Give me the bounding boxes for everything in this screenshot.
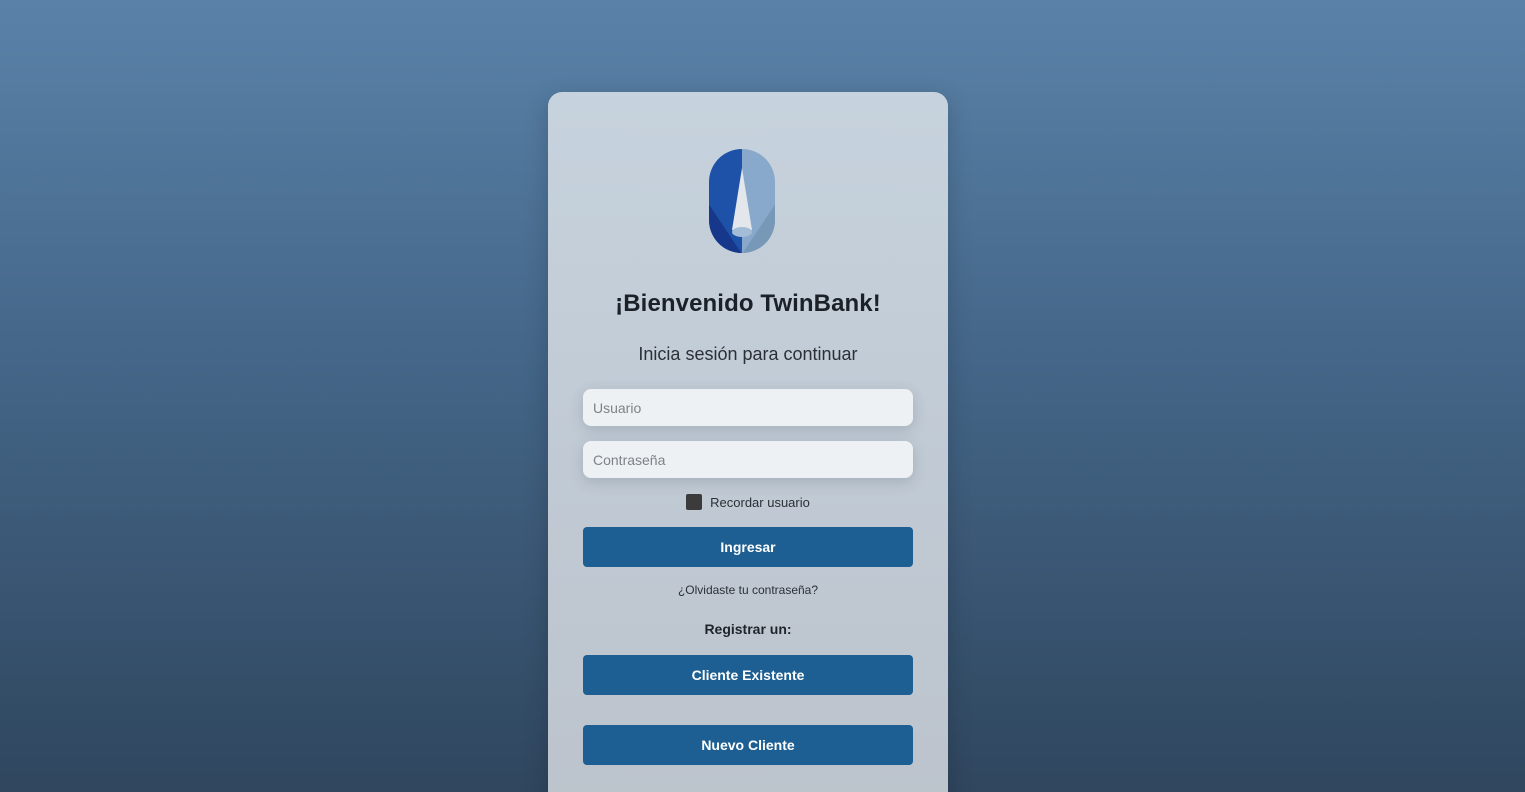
username-input[interactable]: [583, 389, 913, 426]
new-client-button[interactable]: Nuevo Cliente: [583, 725, 913, 765]
remember-user-row[interactable]: Recordar usuario: [548, 494, 948, 510]
page-title: ¡Bienvenido TwinBank!: [615, 290, 881, 317]
existing-client-button[interactable]: Cliente Existente: [583, 655, 913, 695]
password-input[interactable]: [583, 441, 913, 478]
register-label: Registrar un:: [704, 621, 792, 637]
login-button[interactable]: Ingresar: [583, 527, 913, 567]
forgot-password-link[interactable]: ¿Olvidaste tu contraseña?: [548, 583, 948, 597]
remember-user-checkbox[interactable]: [686, 494, 703, 510]
twinbank-logo-icon: [709, 149, 775, 253]
login-card: ¡Bienvenido TwinBank! Inicia sesión para…: [548, 92, 948, 792]
remember-user-label: Recordar usuario: [710, 494, 810, 510]
page-subtitle: Inicia sesión para continuar: [638, 344, 858, 364]
